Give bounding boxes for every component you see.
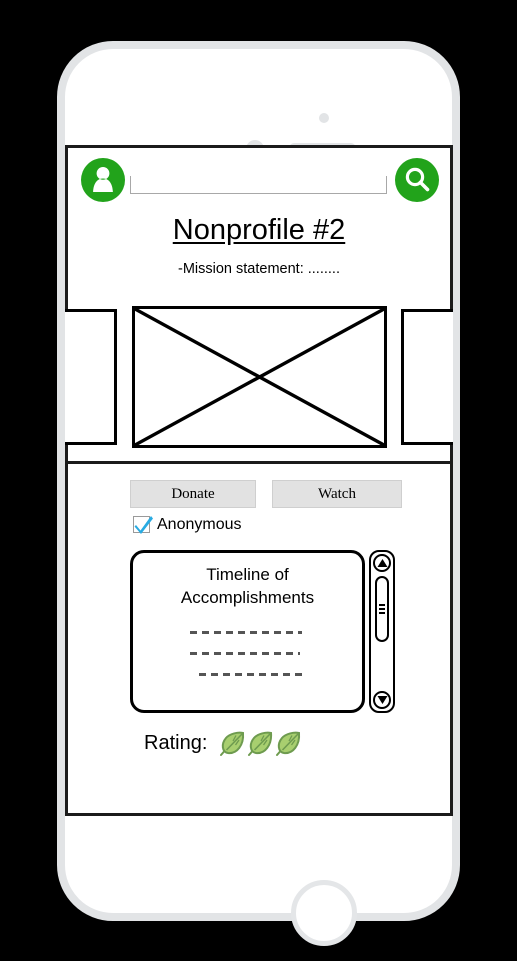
- leaf-icon[interactable]: [217, 728, 247, 758]
- anonymous-label: Anonymous: [157, 516, 242, 533]
- grip-line: [379, 612, 385, 614]
- scrollbar[interactable]: [369, 550, 395, 713]
- leaf-icon[interactable]: [273, 728, 303, 758]
- watch-button[interactable]: Watch: [272, 480, 402, 508]
- mission-statement: -Mission statement: ........: [178, 261, 340, 277]
- timeline-title: Timeline of Accomplishments: [133, 563, 362, 609]
- grip-line: [379, 604, 385, 606]
- action-button-row: Donate Watch: [68, 480, 450, 508]
- timeline-title-line1: Timeline of: [206, 565, 289, 584]
- anonymous-checkbox-row[interactable]: Anonymous: [133, 516, 242, 534]
- timeline-entry-list: [133, 631, 362, 676]
- section-divider: [65, 461, 453, 464]
- checkmark-icon: [134, 516, 153, 534]
- person-icon[interactable]: [81, 158, 125, 202]
- timeline-title-line2: Accomplishments: [180, 588, 315, 607]
- leaf-icon[interactable]: [245, 728, 275, 758]
- carousel-panel-right[interactable]: [401, 309, 453, 445]
- front-camera-icon: [319, 113, 329, 123]
- rating-label: Rating:: [144, 731, 208, 754]
- timeline-section: Timeline of Accomplishments: [130, 550, 395, 713]
- rating-section: Rating:: [144, 728, 301, 758]
- page-title: Nonprofile #2: [172, 214, 346, 246]
- search-icon[interactable]: [395, 158, 439, 202]
- grip-line: [379, 608, 385, 610]
- carousel-panel-left[interactable]: [65, 309, 117, 445]
- scrollbar-thumb[interactable]: [375, 576, 389, 642]
- phone-screen: Nonprofile #2 -Mission statement: ......…: [65, 145, 453, 816]
- list-item: [190, 631, 302, 634]
- list-item: [199, 673, 307, 676]
- media-carousel: [65, 301, 453, 453]
- scroll-up-arrow-icon[interactable]: [373, 554, 391, 572]
- home-button[interactable]: [291, 880, 357, 946]
- list-item: [190, 652, 300, 655]
- timeline-panel[interactable]: Timeline of Accomplishments: [130, 550, 365, 713]
- search-input[interactable]: [130, 176, 387, 194]
- donate-button[interactable]: Donate: [130, 480, 256, 508]
- anonymous-checkbox[interactable]: [133, 516, 153, 534]
- scroll-down-arrow-icon[interactable]: [373, 691, 391, 709]
- image-placeholder-icon[interactable]: [132, 306, 387, 448]
- app-header: [68, 148, 450, 208]
